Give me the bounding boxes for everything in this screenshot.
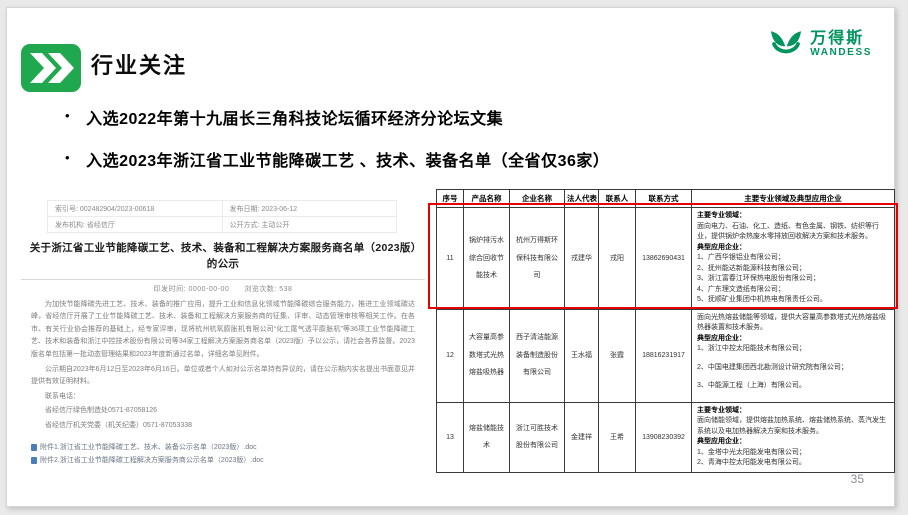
cell-domain: 主要专业领域： 面向电力、石油、化工、造纸、有色金属、钢铁、纺织等行业，提供锅炉… bbox=[692, 208, 895, 310]
doc-meta-table: 索引号: 002482904/2023-00618 发布日期: 2023-06-… bbox=[47, 200, 397, 233]
attachment-list: 附件1.浙江省工业节能降碳工艺、技术、装备公示名单（2023版）.doc 附件2… bbox=[31, 442, 415, 465]
cell-company: 杭州万得斯环保科技有限公司 bbox=[510, 208, 565, 310]
doc-paragraph: 为加快节能降碳先进工艺、技术、装备的推广应用，提升工业和信息化领域节能降碳综合服… bbox=[31, 299, 415, 362]
cell-contact: 张霞 bbox=[599, 309, 636, 402]
col-header-contact: 联系人 bbox=[599, 190, 636, 208]
bullet-list: • 入选2022年第十九届长三角科技论坛循环经济分论坛文集 • 入选2023年浙… bbox=[65, 105, 834, 189]
cell-phone: 13862690431 bbox=[636, 208, 692, 310]
doc-meta-agency: 发布机构: 省经信厅 bbox=[48, 217, 223, 233]
logo-name: 万得斯 bbox=[810, 30, 872, 48]
attachment-link-1: 附件1.浙江省工业节能降碳工艺、技术、装备公示名单（2023版）.doc bbox=[31, 442, 415, 452]
doc-meta-date: 发布日期: 2023-06-12 bbox=[222, 201, 397, 217]
double-chevron-icon bbox=[21, 44, 81, 92]
doc-contact-phone-1: 省经信厅绿色制造处0571-87058126 bbox=[31, 405, 415, 418]
doc-divider bbox=[21, 279, 425, 280]
cell-contact: 戎阳 bbox=[599, 208, 636, 310]
doc-title: 关于浙江省工业节能降碳工艺、技术、装备和工程解决方案服务商名单（2023版）的公… bbox=[29, 240, 417, 273]
attachment-text: 附件1.浙江省工业节能降碳工艺、技术、装备公示名单（2023版）.doc bbox=[40, 442, 257, 452]
attachment-link-2: 附件2.浙江省工业节能降碳工程解决方案服务商公示名单（2023版）.doc bbox=[31, 455, 415, 465]
cell-legal: 金建祥 bbox=[565, 402, 599, 472]
cell-no: 11 bbox=[437, 208, 464, 310]
doc-paragraph: 公示期自2023年6月12日至2023年6月16日。单位或者个人如对公示名单持有… bbox=[31, 364, 415, 389]
cell-domain: 主要专业领域： 面向储能领域，提供熔盐加热系统、熔盐储热系统、蒸汽发生系统以及电… bbox=[692, 402, 895, 472]
slide: 行业关注 万得斯 WANDESS • 入选2022年第十九届长三角科技论坛循环经… bbox=[6, 7, 895, 507]
col-header-product: 产品名称 bbox=[464, 190, 510, 208]
table-row-12: 12 大容量高参数塔式光热熔盐吸热器 西子清洁能源装备制造股份有限公司 王水福 … bbox=[437, 309, 895, 402]
bullet-text: 入选2023年浙江省工业节能降碳工艺 、技术、装备名单（全省仅36家） bbox=[86, 147, 609, 171]
bullet-dot: • bbox=[65, 108, 70, 123]
cell-no: 12 bbox=[437, 309, 464, 402]
logo-leaf-icon bbox=[768, 26, 804, 62]
cell-product: 锅炉排污水综合回收节能技术 bbox=[464, 208, 510, 310]
wandess-logo: 万得斯 WANDESS bbox=[768, 26, 872, 62]
cell-phone: 18816231917 bbox=[636, 309, 692, 402]
cell-product: 大容量高参数塔式光热熔盐吸热器 bbox=[464, 309, 510, 402]
suppliers-table: 序号 产品名称 企业名称 法人代表 联系人 联系方式 主要专业领域及典型应用企业… bbox=[436, 189, 895, 473]
bullet-item-2: • 入选2023年浙江省工业节能降碳工艺 、技术、装备名单（全省仅36家） bbox=[65, 147, 834, 171]
doc-meta-index: 索引号: 002482904/2023-00618 bbox=[48, 201, 223, 217]
logo-text: 万得斯 WANDESS bbox=[810, 30, 872, 59]
col-header-domain: 主要专业领域及典型应用企业 bbox=[692, 190, 895, 208]
doc-file-icon bbox=[31, 444, 37, 451]
cell-phone: 13908230392 bbox=[636, 402, 692, 472]
page-title: 行业关注 bbox=[91, 48, 187, 80]
cell-domain: 面向光热熔盐储能等领域，提供大容量高参数塔式光热熔盐吸热器装置和技术服务。 典型… bbox=[692, 309, 895, 402]
logo-subtitle: WANDESS bbox=[810, 47, 872, 58]
page-number: 35 bbox=[851, 472, 864, 486]
cell-product: 熔盐储能技术 bbox=[464, 402, 510, 472]
chevron-badge-icon bbox=[21, 44, 81, 92]
doc-meta-mode: 公开方式: 主动公开 bbox=[222, 217, 397, 233]
bullet-dot: • bbox=[65, 150, 70, 165]
table-row-11: 11 锅炉排污水综合回收节能技术 杭州万得斯环保科技有限公司 戎建华 戎阳 13… bbox=[437, 208, 895, 310]
cell-contact: 王希 bbox=[599, 402, 636, 472]
col-header-phone: 联系方式 bbox=[636, 190, 692, 208]
table-header-row: 序号 产品名称 企业名称 法人代表 联系人 联系方式 主要专业领域及典型应用企业 bbox=[437, 190, 895, 208]
doc-contact-label: 联系电话： bbox=[31, 391, 415, 404]
attachment-text: 附件2.浙江省工业节能降碳工程解决方案服务商公示名单（2023版）.doc bbox=[40, 455, 264, 465]
col-header-no: 序号 bbox=[437, 190, 464, 208]
cell-legal: 王水福 bbox=[565, 309, 599, 402]
col-header-legal: 法人代表 bbox=[565, 190, 599, 208]
gov-announcement-screenshot: 索引号: 002482904/2023-00618 发布日期: 2023-06-… bbox=[21, 198, 425, 460]
cell-legal: 戎建华 bbox=[565, 208, 599, 310]
cell-company: 浙江可胜技术股份有限公司 bbox=[510, 402, 565, 472]
cell-no: 13 bbox=[437, 402, 464, 472]
table-row-13: 13 熔盐储能技术 浙江可胜技术股份有限公司 金建祥 王希 1390823039… bbox=[437, 402, 895, 472]
col-header-company: 企业名称 bbox=[510, 190, 565, 208]
bullet-item-1: • 入选2022年第十九届长三角科技论坛循环经济分论坛文集 bbox=[65, 105, 834, 129]
doc-print-info: 印发时间: 0000-00-00 浏览次数: 538 bbox=[21, 284, 425, 294]
doc-contact-phone-2: 省经信厅机关党委（机关纪委）0571-87053338 bbox=[31, 420, 415, 433]
cell-company: 西子清洁能源装备制造股份有限公司 bbox=[510, 309, 565, 402]
doc-file-icon bbox=[31, 457, 37, 464]
bullet-text: 入选2022年第十九届长三角科技论坛循环经济分论坛文集 bbox=[86, 105, 503, 129]
